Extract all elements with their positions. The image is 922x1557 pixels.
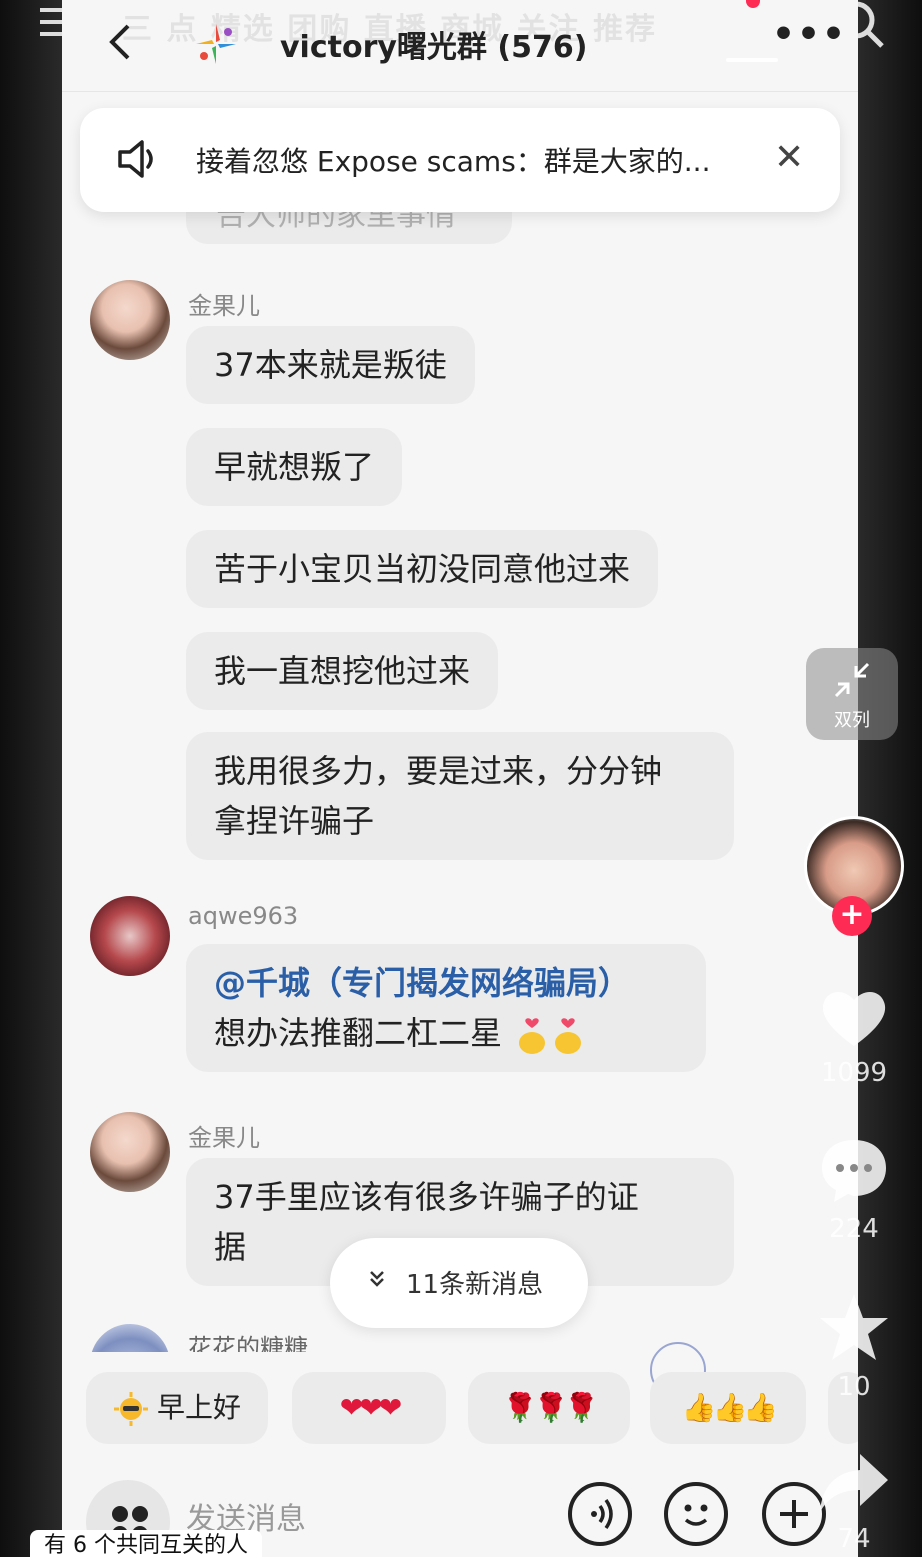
collapse-arrows-icon — [834, 662, 870, 698]
message-line: 37手里应该有很多许骗子的证 — [214, 1178, 639, 1216]
quick-reply-row: 早上好 ❤❤❤ 🌹🌹🌹 👍👍👍 — [86, 1372, 858, 1448]
video-left-edge — [0, 0, 62, 1557]
sender-name: 金果儿 — [188, 1124, 260, 1152]
message-line: 我用很多力，要是过来，分分钟 — [214, 752, 663, 790]
emoji-icon[interactable] — [664, 1482, 728, 1546]
sun-emoji-icon — [113, 1392, 148, 1426]
quick-reply-roses[interactable]: 🌹🌹🌹 — [468, 1372, 630, 1444]
share-icon[interactable] — [816, 1446, 892, 1522]
comment-count: 224 — [829, 1214, 879, 1244]
message-bubble[interactable]: 苦于小宝贝当初没同意他过来 — [186, 530, 659, 608]
sender-name: aqwe963 — [188, 902, 299, 930]
message-bubble[interactable]: 37本来就是叛徒 — [186, 326, 475, 404]
message-bubble[interactable]: 我用很多力，要是过来，分分钟 拿捏许骗子 — [186, 732, 734, 860]
double-chevron-down-icon — [370, 1271, 384, 1287]
comment-icon[interactable] — [816, 1132, 892, 1208]
group-logo-icon — [196, 24, 236, 64]
chat-header: 三 点 精选 团购 直播 商城 关注 推荐 victory曙光群 (576) •… — [62, 0, 858, 92]
chevron-left-icon[interactable] — [100, 22, 140, 62]
avatar[interactable] — [90, 1112, 170, 1192]
close-icon[interactable]: ✕ — [774, 138, 804, 178]
sender-name: 花花的糖糖 — [188, 1334, 308, 1352]
message-bubble[interactable]: 我一直想挖他过来 — [186, 632, 499, 710]
star-icon[interactable] — [816, 1290, 892, 1366]
message-bubble[interactable]: 早就想叛了 — [186, 428, 403, 506]
mutual-friends-tip[interactable]: 有 6 个共同互关的人 — [30, 1530, 262, 1557]
new-messages-button[interactable]: 11条新消息 — [330, 1238, 588, 1328]
voice-icon[interactable] — [568, 1482, 632, 1546]
favorite-count: 10 — [837, 1372, 871, 1402]
group-notice-banner[interactable]: 接着忽悠 Expose scams：群是大家的... ✕ — [80, 108, 840, 212]
quick-reply-hearts[interactable]: ❤❤❤ — [292, 1372, 446, 1444]
chat-panel: 三 点 精选 团购 直播 商城 关注 推荐 victory曙光群 (576) •… — [62, 0, 858, 1557]
avatar[interactable] — [90, 280, 170, 360]
dual-column-button[interactable]: 双列 — [806, 648, 898, 740]
notice-text: 接着忽悠 Expose scams：群是大家的... — [196, 145, 711, 178]
sender-name: 金果儿 — [188, 292, 260, 320]
speaker-icon — [118, 140, 153, 178]
share-count: 74 — [837, 1524, 871, 1554]
more-dots-icon[interactable]: ••• — [772, 14, 847, 55]
quick-reply-good-morning[interactable]: 早上好 — [86, 1372, 268, 1444]
message-bubble[interactable]: @千城（专门揭发网络骗局） 想办法推翻二杠二星 — [186, 944, 706, 1072]
message-line: 拿捏许骗子 — [214, 802, 375, 840]
new-messages-label: 11条新消息 — [406, 1270, 544, 1300]
hug-emoji-icon — [519, 1018, 546, 1054]
avatar[interactable] — [90, 1324, 170, 1352]
message-text: 想办法推翻二杠二星 — [214, 1014, 503, 1052]
mention-link[interactable]: @千城（专门揭发网络骗局） — [214, 958, 678, 1008]
tab-underline — [726, 58, 778, 62]
follow-plus-icon[interactable]: + — [832, 896, 872, 936]
quick-reply-thumbs[interactable]: 👍👍👍 — [650, 1372, 806, 1444]
heart-icon[interactable] — [816, 980, 892, 1056]
like-count: 1099 — [820, 1058, 888, 1088]
group-title: victory曙光群 (576) — [280, 30, 588, 65]
dual-column-label: 双列 — [834, 710, 870, 731]
avatar[interactable] — [90, 896, 170, 976]
hug-emoji-icon — [555, 1018, 582, 1054]
